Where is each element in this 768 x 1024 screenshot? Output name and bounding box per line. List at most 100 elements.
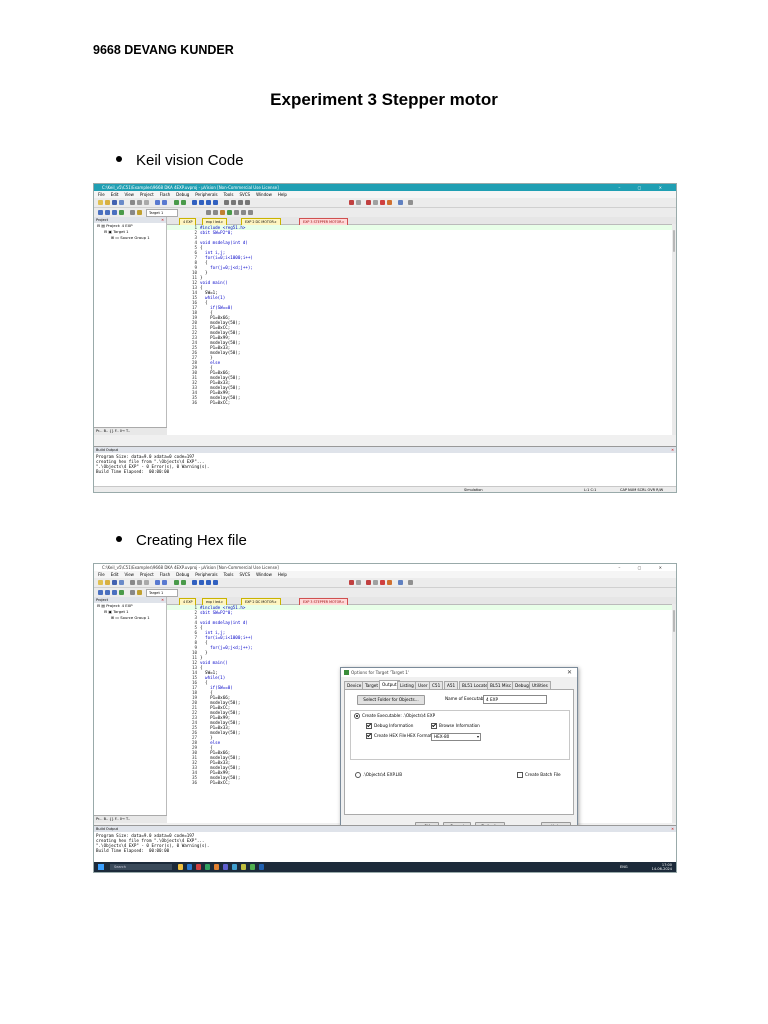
indent-icon[interactable] — [224, 200, 229, 205]
outdent-icon[interactable] — [231, 200, 236, 205]
find-files-icon[interactable] — [356, 200, 361, 205]
menu-file[interactable]: File — [98, 192, 105, 197]
options-icon[interactable] — [206, 210, 211, 215]
batch-build-icon[interactable] — [130, 210, 135, 215]
code-text[interactable]: 1 #include <reg51.h> 2 sbit SW=P2^0; 3 4 void … — [167, 224, 676, 435]
bookmark-clear-icon[interactable] — [213, 580, 218, 585]
undo-icon[interactable] — [155, 580, 160, 585]
cut-icon[interactable] — [130, 200, 135, 205]
edge-icon[interactable] — [187, 864, 192, 870]
menu-window[interactable]: Window — [256, 572, 272, 577]
open-file-icon[interactable] — [105, 580, 110, 585]
tree-item-source-group[interactable]: ⊞ ▭ Source Group 1 — [97, 235, 166, 241]
create-batch-checkbox[interactable]: Create Batch File — [517, 772, 561, 778]
paste-icon[interactable] — [144, 580, 149, 585]
create-executable-radio[interactable]: Create Executable: .\Objects\4 EXP — [354, 713, 435, 719]
menu-debug[interactable]: Debug — [176, 192, 189, 197]
bookmark-clear-icon[interactable] — [213, 200, 218, 205]
debug-information-checkbox[interactable]: Debug Information — [366, 723, 413, 729]
menu-window[interactable]: Window — [256, 192, 272, 197]
close-icon[interactable]: ✕ — [671, 826, 674, 832]
open-file-icon[interactable] — [105, 200, 110, 205]
menu-flash[interactable]: Flash — [160, 572, 170, 577]
help-icon[interactable] — [248, 210, 253, 215]
rebuild-icon[interactable] — [112, 590, 117, 595]
bookmark-prev-icon[interactable] — [199, 200, 204, 205]
menu-tools[interactable]: Tools — [224, 192, 234, 197]
close-icon[interactable]: ✕ — [671, 447, 674, 453]
app-icon[interactable] — [241, 864, 246, 870]
menu-view[interactable]: View — [124, 192, 134, 197]
menu-view[interactable]: View — [124, 572, 134, 577]
menu-edit[interactable]: Edit — [111, 192, 119, 197]
find-icon[interactable] — [349, 580, 354, 585]
app-icon[interactable] — [196, 864, 201, 870]
keil-icon[interactable] — [259, 864, 264, 870]
language-indicator[interactable]: ENG — [620, 864, 628, 870]
browse-information-checkbox[interactable]: Browse Information — [431, 723, 480, 729]
target-select[interactable]: Target 1 — [146, 589, 178, 597]
back-icon[interactable] — [174, 580, 179, 585]
bookmark-icon[interactable] — [192, 580, 197, 585]
find-files-icon[interactable] — [356, 580, 361, 585]
taskbar-search[interactable]: Search — [110, 864, 172, 870]
menu-peripherals[interactable]: Peripherals — [195, 192, 217, 197]
menu-svcs[interactable]: SVCS — [239, 572, 250, 577]
settings-icon[interactable] — [234, 210, 239, 215]
create-library-radio[interactable]: .\Objects\4 EXP.LIB — [355, 772, 402, 778]
menu-help[interactable]: Help — [278, 192, 287, 197]
hex-format-select[interactable]: HEX-80 — [431, 733, 481, 741]
find-icon[interactable] — [349, 200, 354, 205]
redo-icon[interactable] — [162, 200, 167, 205]
save-all-icon[interactable] — [119, 200, 124, 205]
target-select[interactable]: Target 1 — [146, 209, 178, 217]
manage-icon[interactable] — [213, 210, 218, 215]
debug-start-icon[interactable] — [366, 580, 371, 585]
app-icon[interactable] — [205, 864, 210, 870]
window-controls[interactable]: – ▢ ✕ — [618, 564, 670, 571]
app-icon[interactable] — [232, 864, 237, 870]
menu-debug[interactable]: Debug — [176, 572, 189, 577]
app-icon[interactable] — [223, 864, 228, 870]
gear-icon[interactable] — [241, 210, 246, 215]
menu-svcs[interactable]: SVCS — [239, 192, 250, 197]
code-editor[interactable]: 4 EXP exp I led.c EXP 2 DC MOTOR.c EXP 3… — [167, 217, 676, 435]
forward-icon[interactable] — [181, 200, 186, 205]
config-icon[interactable] — [387, 200, 392, 205]
download-icon[interactable] — [119, 590, 124, 595]
batch-build-icon[interactable] — [130, 590, 135, 595]
create-hex-checkbox[interactable]: Create HEX File — [366, 733, 406, 739]
close-icon[interactable]: ✕ — [567, 668, 572, 677]
save-icon[interactable] — [112, 580, 117, 585]
pack-installer-icon[interactable] — [220, 210, 225, 215]
breakpoint-icon[interactable] — [373, 580, 378, 585]
copy-icon[interactable] — [137, 200, 142, 205]
folder-icon[interactable] — [178, 864, 183, 870]
build-icon[interactable] — [105, 590, 110, 595]
close-icon[interactable]: ✕ — [161, 597, 164, 603]
bookmark-icon[interactable] — [192, 200, 197, 205]
uncomment-icon[interactable] — [245, 200, 250, 205]
stop-icon[interactable] — [380, 200, 385, 205]
bookmark-next-icon[interactable] — [206, 580, 211, 585]
debug-start-icon[interactable] — [366, 200, 371, 205]
download-icon[interactable] — [119, 210, 124, 215]
window-layout-icon[interactable] — [398, 580, 403, 585]
comment-icon[interactable] — [238, 200, 243, 205]
rebuild-icon[interactable] — [112, 210, 117, 215]
menu-peripherals[interactable]: Peripherals — [195, 572, 217, 577]
save-icon[interactable] — [112, 200, 117, 205]
menu-file[interactable]: File — [98, 572, 105, 577]
stop-icon[interactable] — [380, 580, 385, 585]
windows-start-icon[interactable] — [98, 864, 104, 870]
bookmark-prev-icon[interactable] — [199, 580, 204, 585]
code-editor[interactable]: 4 EXP exp I led.c EXP 2 DC MOTOR.c EXP 3… — [167, 597, 676, 837]
vertical-scrollbar[interactable] — [672, 604, 676, 823]
vertical-scrollbar[interactable] — [672, 224, 676, 435]
bookmark-next-icon[interactable] — [206, 200, 211, 205]
target-options-icon[interactable] — [137, 210, 142, 215]
menu-project[interactable]: Project — [140, 192, 154, 197]
forward-icon[interactable] — [181, 580, 186, 585]
name-of-executable-input[interactable]: 4 EXP — [483, 695, 547, 704]
window-controls[interactable]: – ▢ ✕ — [618, 184, 670, 191]
